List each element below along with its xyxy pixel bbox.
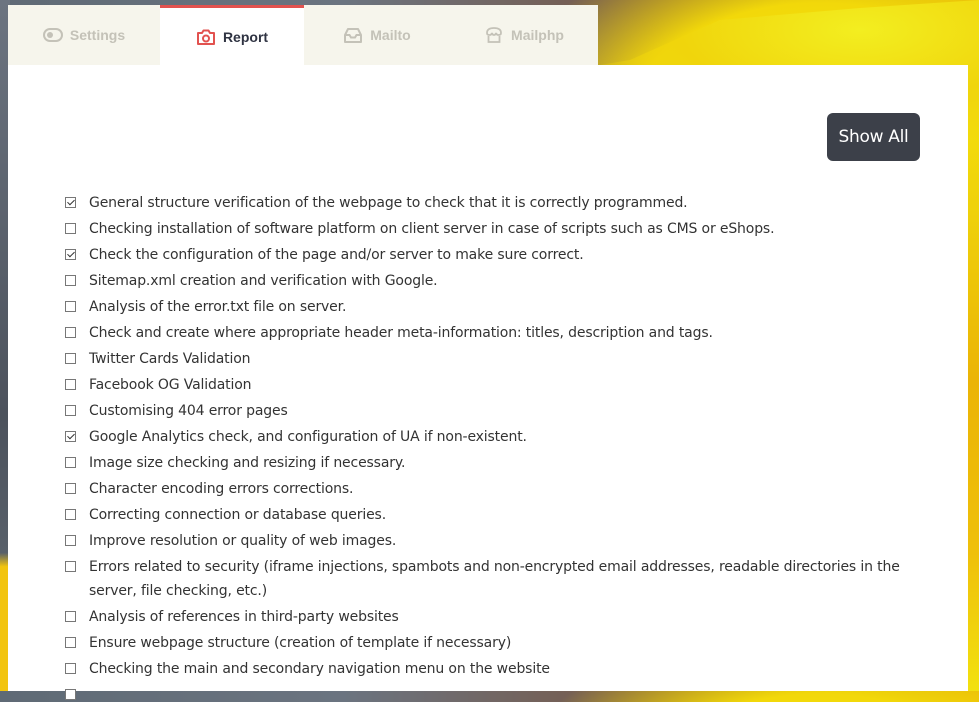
checklist-item-label: Facebook OG Validation bbox=[89, 377, 252, 393]
checklist-checkbox[interactable] bbox=[65, 561, 76, 572]
checklist-checkbox[interactable] bbox=[65, 663, 76, 674]
checklist-item-label: Twitter Cards Validation bbox=[89, 351, 251, 367]
checklist-item: Analysis of the error.txt file on server… bbox=[64, 295, 904, 319]
checklist-item bbox=[64, 683, 904, 700]
checklist-item-label: Google Analytics check, and configuratio… bbox=[89, 429, 527, 445]
checklist-checkbox[interactable] bbox=[65, 197, 76, 208]
toggle-icon bbox=[42, 26, 63, 44]
tab-mailphp[interactable]: Mailphp bbox=[450, 5, 598, 65]
checklist-item-label: Analysis of the error.txt file on server… bbox=[89, 299, 347, 315]
checklist-item: Character encoding errors corrections. bbox=[64, 477, 904, 501]
tab-settings[interactable]: Settings bbox=[8, 5, 160, 65]
checklist-checkbox[interactable] bbox=[65, 637, 76, 648]
checklist-item-label: Check and create where appropriate heade… bbox=[89, 325, 713, 341]
checklist-item: Correcting connection or database querie… bbox=[64, 503, 904, 527]
checklist-checkbox[interactable] bbox=[65, 405, 76, 416]
checklist-item: Check the configuration of the page and/… bbox=[64, 243, 904, 267]
checklist-item-label: General structure verification of the we… bbox=[89, 195, 688, 211]
checklist-item: Image size checking and resizing if nece… bbox=[64, 451, 904, 475]
checklist-checkbox[interactable] bbox=[65, 611, 76, 622]
checklist-item: Sitemap.xml creation and verification wi… bbox=[64, 269, 904, 293]
checklist-item: Twitter Cards Validation bbox=[64, 347, 904, 371]
checklist-item-label: Ensure webpage structure (creation of te… bbox=[89, 635, 512, 651]
tab-mailto[interactable]: Mailto bbox=[304, 5, 450, 65]
tab-settings-label: Settings bbox=[69, 27, 126, 43]
checklist-checkbox[interactable] bbox=[65, 275, 76, 286]
tab-mailphp-label: Mailphp bbox=[511, 27, 564, 43]
tab-report-label: Report bbox=[222, 28, 269, 45]
checklist-checkbox[interactable] bbox=[65, 379, 76, 390]
checklist-checkbox[interactable] bbox=[65, 301, 76, 312]
checklist-checkbox[interactable] bbox=[65, 509, 76, 520]
checklist-item-label: Improve resolution or quality of web ima… bbox=[89, 533, 397, 549]
checklist-item-label: Checking installation of software platfo… bbox=[89, 221, 775, 237]
checklist-checkbox[interactable] bbox=[65, 249, 76, 260]
checklist-item: Checking the main and secondary navigati… bbox=[64, 657, 904, 681]
checklist-item-label: Check the configuration of the page and/… bbox=[89, 247, 584, 263]
checklist-item: Improve resolution or quality of web ima… bbox=[64, 529, 904, 553]
report-checklist: General structure verification of the we… bbox=[64, 191, 904, 702]
checklist-checkbox[interactable] bbox=[65, 353, 76, 364]
checklist-item: Customising 404 error pages bbox=[64, 399, 904, 423]
store-icon bbox=[484, 26, 504, 44]
checklist-item-label: Image size checking and resizing if nece… bbox=[89, 455, 406, 471]
checklist-checkbox[interactable] bbox=[65, 457, 76, 468]
checklist-item-label: Checking the main and secondary navigati… bbox=[89, 661, 550, 677]
checklist-item-label: Customising 404 error pages bbox=[89, 403, 288, 419]
checklist-item: Ensure webpage structure (creation of te… bbox=[64, 631, 904, 655]
tab-mailto-label: Mailto bbox=[370, 27, 411, 43]
checklist-item: Analysis of references in third-party we… bbox=[64, 605, 904, 629]
checklist-checkbox[interactable] bbox=[65, 223, 76, 234]
checklist-item: Errors related to security (iframe injec… bbox=[64, 555, 904, 603]
checklist-item-label: Analysis of references in third-party we… bbox=[89, 609, 399, 625]
camera-icon bbox=[196, 28, 216, 46]
checklist-item-label: Sitemap.xml creation and verification wi… bbox=[89, 273, 438, 289]
checklist-item: Google Analytics check, and configuratio… bbox=[64, 425, 904, 449]
checklist-item-label: Errors related to security (iframe injec… bbox=[89, 559, 900, 599]
checklist-item-label: Character encoding errors corrections. bbox=[89, 481, 354, 497]
checklist-checkbox[interactable] bbox=[65, 431, 76, 442]
checklist-checkbox[interactable] bbox=[65, 483, 76, 494]
report-panel: Show All General structure verification … bbox=[8, 65, 968, 700]
checklist-item-label: Correcting connection or database querie… bbox=[89, 507, 386, 523]
checklist-item: General structure verification of the we… bbox=[64, 191, 904, 215]
checklist-item: Checking installation of software platfo… bbox=[64, 217, 904, 241]
tab-bar: Settings Report Mailto Mailphp bbox=[8, 5, 598, 65]
inbox-icon bbox=[343, 26, 363, 44]
checklist-item: Facebook OG Validation bbox=[64, 373, 904, 397]
tab-report[interactable]: Report bbox=[160, 5, 304, 65]
show-all-button[interactable]: Show All bbox=[827, 113, 920, 161]
checklist-checkbox[interactable] bbox=[65, 327, 76, 338]
checklist-checkbox[interactable] bbox=[65, 535, 76, 546]
checklist-item: Check and create where appropriate heade… bbox=[64, 321, 904, 345]
